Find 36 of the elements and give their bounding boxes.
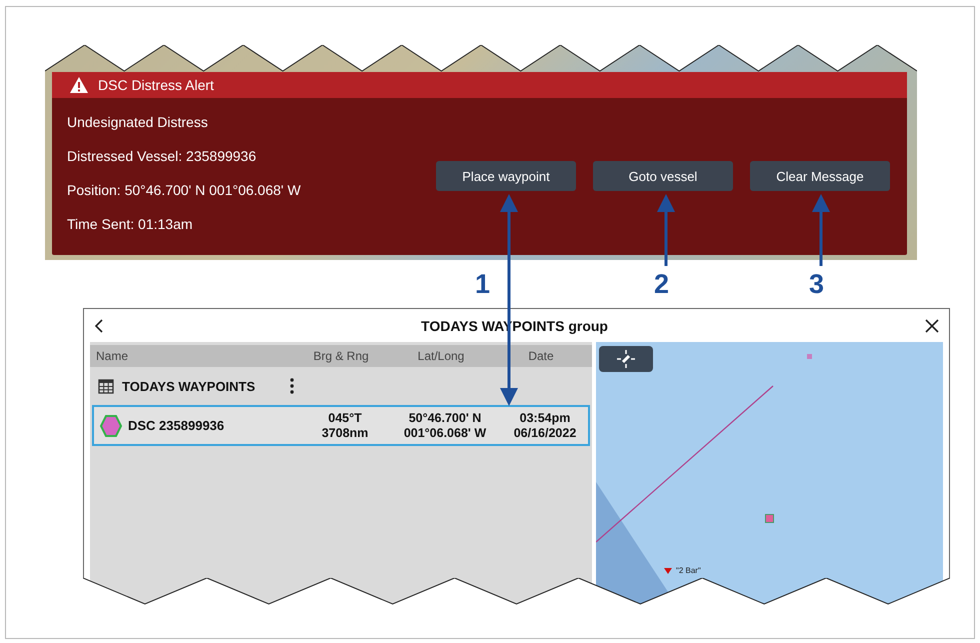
alert-button[interactable]: Goto vessel	[593, 161, 733, 191]
map-label: "2 Bar"	[676, 566, 701, 575]
group-name: TODAYS WAYPOINTS	[122, 378, 256, 394]
callout-number: 2	[654, 269, 670, 300]
callout-arrow	[657, 194, 675, 266]
callout-arrow	[812, 194, 830, 266]
column-heading: Date	[527, 349, 555, 363]
bearing-range: 045°T 3708nm	[320, 410, 370, 440]
more-icon[interactable]	[290, 378, 294, 394]
alert-text: Undesignated Distress	[67, 114, 209, 131]
chart-marker	[807, 354, 812, 359]
alert-button[interactable]: Clear Message	[750, 161, 890, 191]
waypoint-name: DSC 235899936	[128, 418, 224, 433]
column-heading: Lat/Long	[416, 349, 466, 363]
calendar-icon	[98, 378, 114, 394]
waypoint-icon	[100, 414, 122, 436]
alert-text: Distressed Vessel: 235899936	[67, 148, 258, 165]
column-heading: Brg & Rng	[312, 349, 370, 363]
recenter-button[interactable]	[599, 346, 653, 372]
close-icon	[925, 318, 939, 332]
alert-title: DSC Distress Alert	[98, 77, 214, 93]
lat-long: 50°46.700' N 001°06.068' W	[402, 410, 488, 440]
alert-text: Time Sent: 01:13am	[67, 216, 194, 233]
column-heading: Name	[95, 349, 130, 363]
alert-text: Position: 50°46.700' N 001°06.068' W	[67, 182, 302, 199]
callout-number: 3	[809, 269, 824, 300]
triangle-icon	[664, 568, 672, 574]
alert-button[interactable]: Place waypoint	[436, 161, 576, 191]
chevron-left-icon	[94, 318, 104, 332]
crosshair-icon	[616, 349, 636, 369]
warning-icon	[70, 77, 88, 93]
close-button[interactable]	[923, 316, 941, 334]
callout-number: 1	[475, 269, 490, 300]
date-time: 03:54pm 06/16/2022	[512, 410, 578, 440]
waypoint-row[interactable]: DSC 235899936 045°T 3708nm 50°46.700' N 001°06.068' W 03:54pm 06/16/2022	[92, 405, 590, 446]
waypoint-marker	[765, 514, 774, 523]
